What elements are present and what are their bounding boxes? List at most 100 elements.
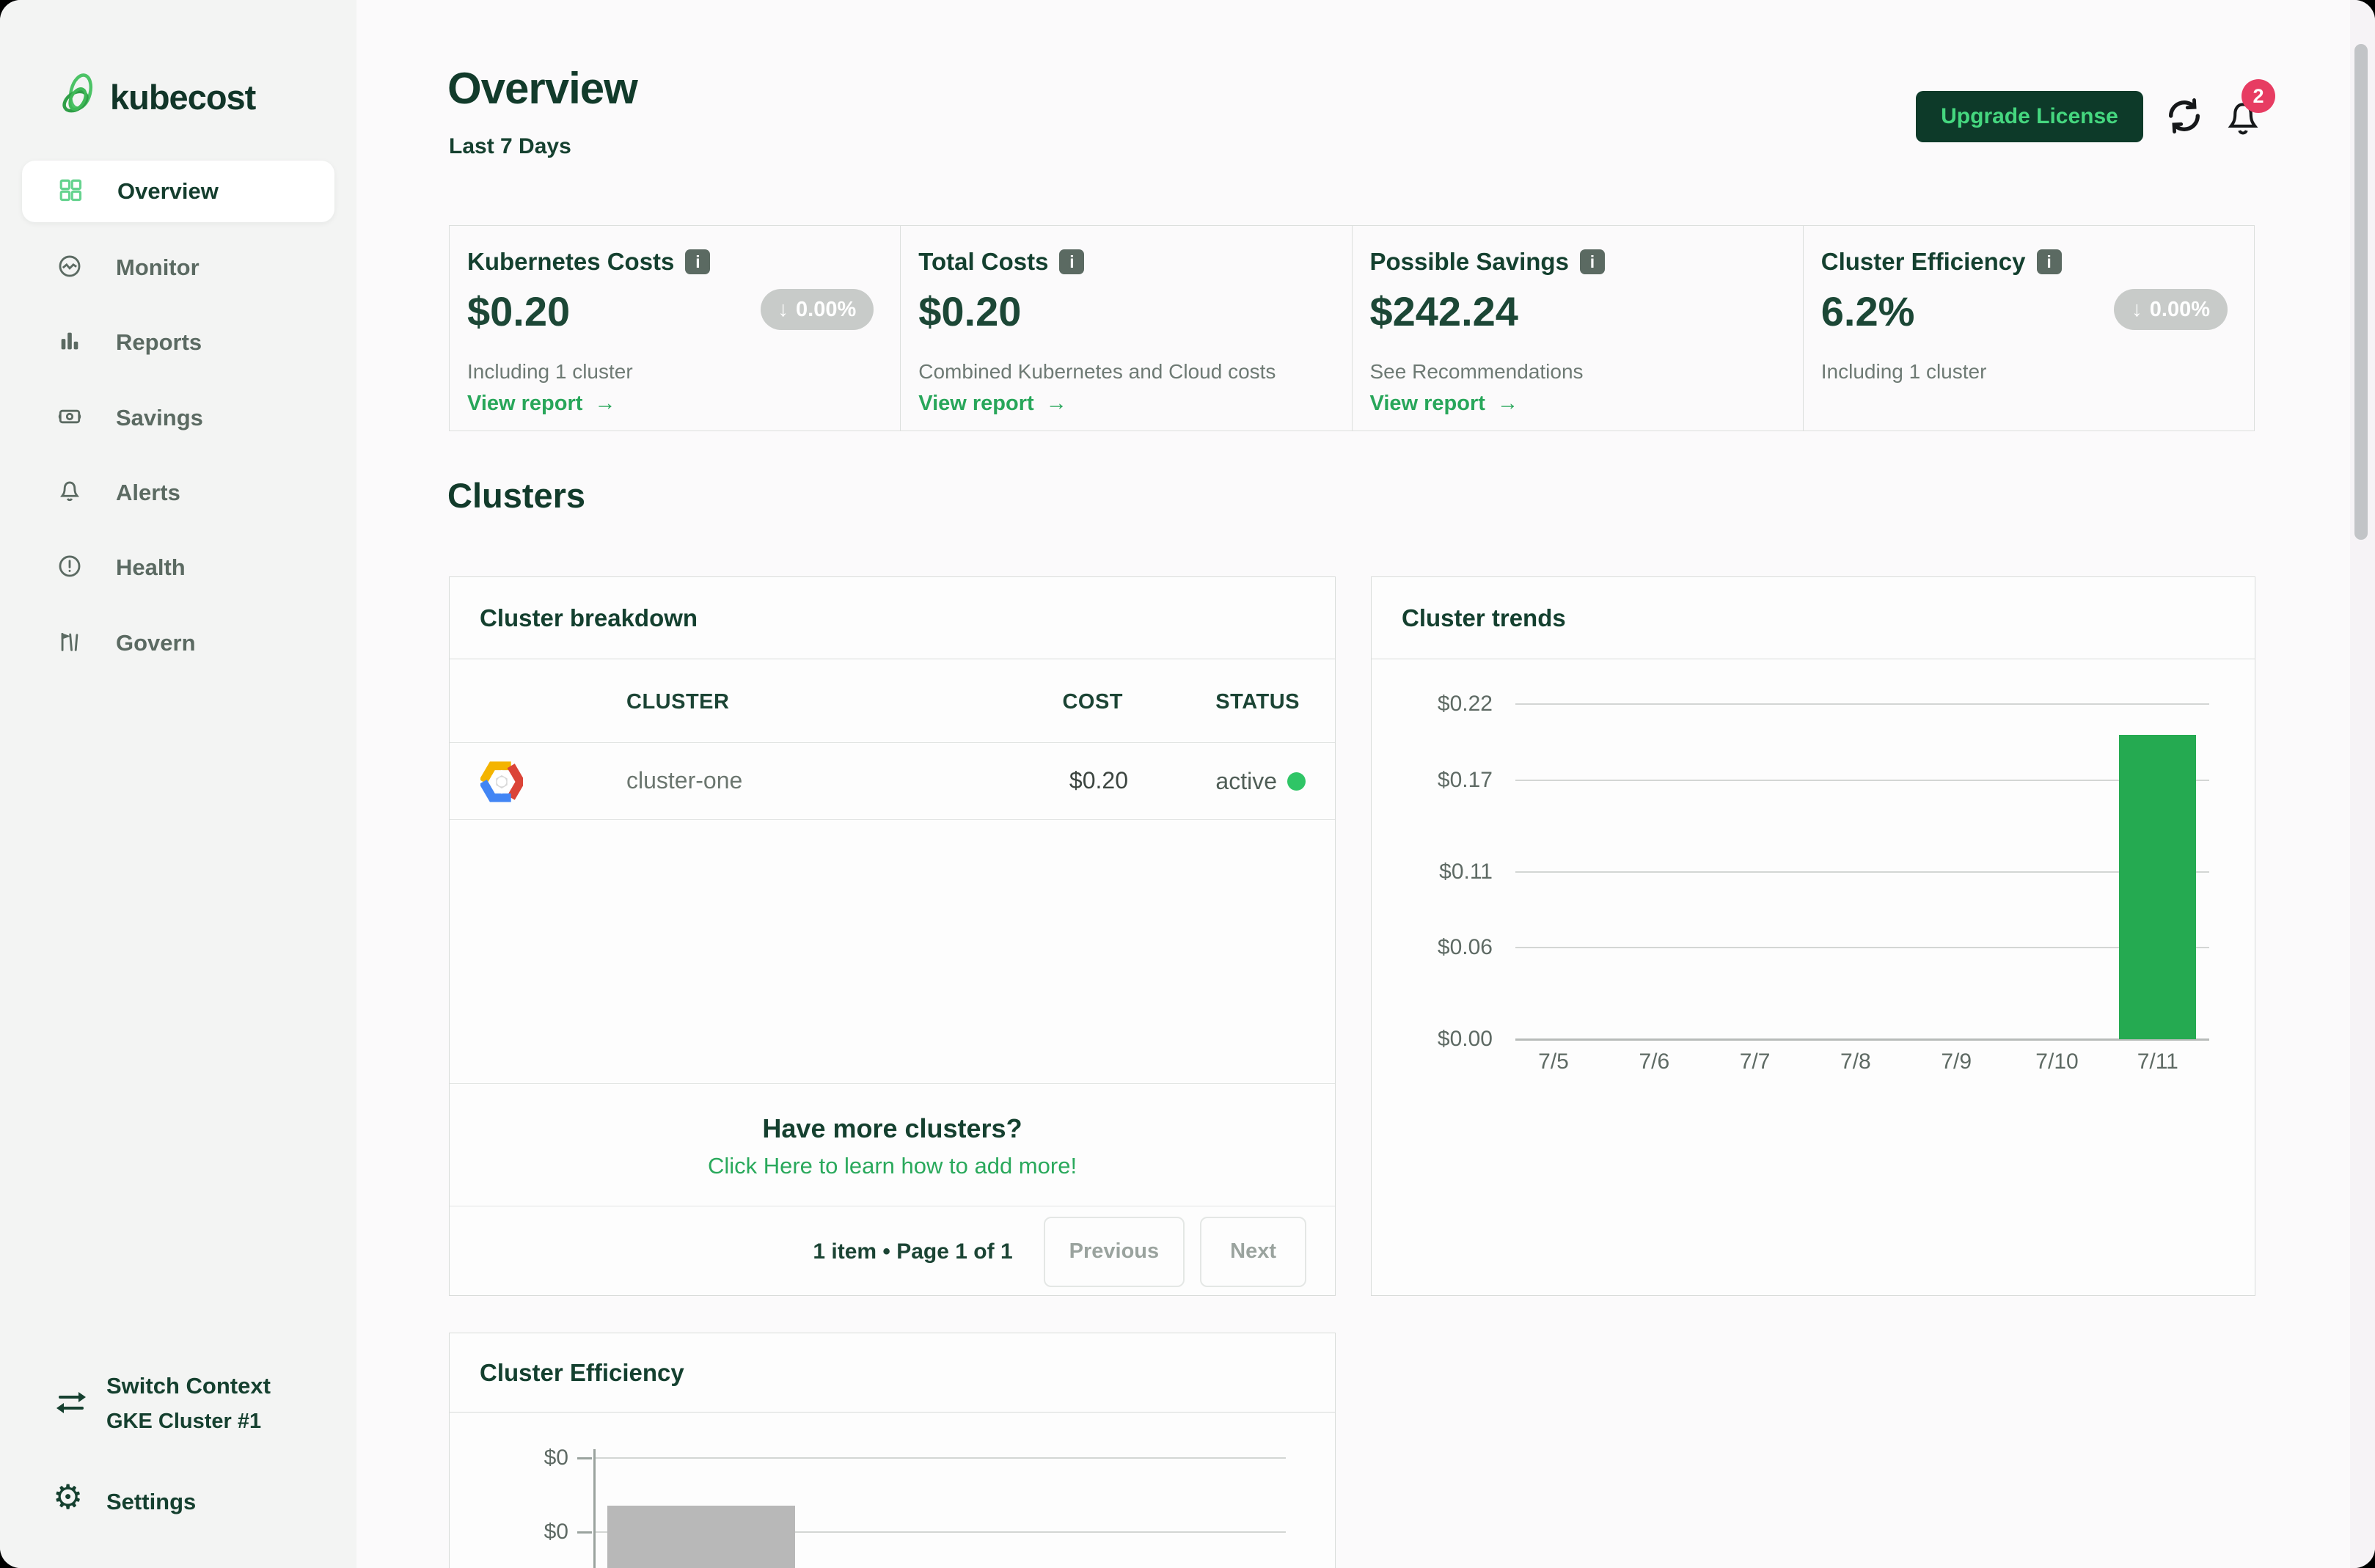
cluster-trends-panel: Cluster trends $0.22 $0.17 $0.11 $0.06 $0.00… <box>1371 576 2255 1296</box>
sidebar-item-alerts[interactable]: Alerts <box>22 455 334 530</box>
more-clusters-prompt: Have more clusters? Click Here to learn … <box>450 1083 1335 1206</box>
cluster-status: active <box>1215 743 1306 820</box>
stat-cards-row: Kubernetes Costs i $0.20 ↓ 0.00% Includi… <box>449 225 2255 431</box>
sidebar-item-label: Monitor <box>116 254 200 280</box>
arrow-down-icon: ↓ <box>2131 297 2142 321</box>
bell-icon <box>57 479 82 508</box>
trend-bar <box>2119 735 2197 1039</box>
x-axis-label: 7/6 <box>1639 1049 1670 1074</box>
cluster-trends-chart: $0.22 $0.17 $0.11 $0.06 $0.00 7/5 7/6 7/7 7/8 7/9… <box>1372 577 2255 1295</box>
x-axis-label: 7/11 <box>2137 1049 2178 1074</box>
sidebar-item-overview[interactable]: Overview <box>22 161 334 222</box>
stat-card-value: 6.2% <box>1820 288 1915 334</box>
gcp-provider-icon <box>479 761 526 807</box>
bar-chart-icon <box>57 329 82 357</box>
chart-gridline <box>1515 1038 2209 1041</box>
page-title: Overview <box>447 64 638 113</box>
cluster-efficiency-panel: Cluster Efficiency $0 $0 <box>449 1333 1336 1568</box>
cash-icon <box>57 404 82 433</box>
column-header-status: STATUS <box>1215 690 1300 714</box>
sidebar-item-label: Alerts <box>116 480 180 505</box>
y-axis-label: $0.17 <box>1437 768 1493 792</box>
stat-card-title: Cluster Efficiency <box>1820 248 2026 275</box>
upgrade-license-button[interactable]: Upgrade License <box>1916 91 2143 142</box>
stat-card-title: Kubernetes Costs <box>467 248 675 275</box>
sidebar-item-label: Health <box>116 554 186 580</box>
upgrade-license-label: Upgrade License <box>1941 104 2118 128</box>
arrow-right-icon: → <box>1497 392 1519 415</box>
switch-context-title: Switch Context <box>106 1373 271 1399</box>
switch-context-cluster: GKE Cluster #1 <box>106 1410 262 1433</box>
pagination-bar: 1 item • Page 1 of 1 Previous Next <box>450 1206 1335 1297</box>
stat-card-subtext: Including 1 cluster <box>1820 360 1987 383</box>
gear-icon: ⚙ <box>53 1477 84 1517</box>
stat-card-kubernetes-costs: Kubernetes Costs i $0.20 ↓ 0.00% Includi… <box>450 226 901 431</box>
y-axis-line <box>593 1449 596 1568</box>
sidebar-item-monitor[interactable]: Monitor <box>22 230 334 305</box>
status-active-dot <box>1287 772 1306 791</box>
date-range-label: Last 7 Days <box>449 134 571 158</box>
efficiency-bar <box>607 1506 795 1568</box>
sidebar-item-label: Reports <box>116 329 202 355</box>
chart-gridline <box>593 1531 1286 1533</box>
arrow-right-icon: → <box>1045 392 1067 415</box>
chart-gridline <box>1515 703 2209 705</box>
stat-card-cluster-efficiency: Cluster Efficiency i 6.2% ↓ 0.00% Includ… <box>1804 226 2254 431</box>
x-axis-label: 7/7 <box>1739 1049 1771 1074</box>
info-icon[interactable]: i <box>1059 249 1085 274</box>
stat-card-subtext: Including 1 cluster <box>467 360 633 383</box>
sidebar-item-settings[interactable]: ⚙ Settings <box>0 1473 356 1531</box>
add-clusters-link[interactable]: Click Here to learn how to add more! <box>450 1153 1335 1179</box>
column-header-cluster: CLUSTER <box>626 690 730 714</box>
chart-gridline <box>593 1457 1286 1459</box>
stat-card-value: $0.20 <box>467 288 571 334</box>
info-icon[interactable]: i <box>685 249 711 274</box>
x-axis-label: 7/10 <box>2035 1049 2079 1074</box>
info-icon[interactable]: i <box>2036 249 2062 274</box>
column-header-cost: COST <box>1062 690 1123 714</box>
screen: kubecost Overview Monitor Reports Saving… <box>0 0 2375 1568</box>
sidebar-item-health[interactable]: Health <box>22 530 334 605</box>
sidebar-item-label: Overview <box>117 178 219 204</box>
refresh-icon[interactable] <box>2164 95 2205 140</box>
grid-icon <box>57 177 84 207</box>
sidebar-item-govern[interactable]: Govern <box>22 606 334 681</box>
view-report-link[interactable]: View report → <box>1370 392 1519 416</box>
sidebar: kubecost Overview Monitor Reports Saving… <box>0 0 356 1568</box>
kubecost-logo-text: kubecost <box>110 78 256 117</box>
settings-label: Settings <box>106 1489 197 1514</box>
swap-arrows-icon <box>54 1388 88 1421</box>
view-report-link[interactable]: View report → <box>918 392 1067 416</box>
table-header-row: CLUSTER COST STATUS <box>450 659 1335 743</box>
sidebar-item-label: Savings <box>116 405 203 431</box>
stat-card-subtext: Combined Kubernetes and Cloud costs <box>918 360 1276 383</box>
stat-card-possible-savings: Possible Savings i $242.24 See Recommend… <box>1353 226 1804 431</box>
next-page-button[interactable]: Next <box>1200 1216 1306 1287</box>
x-axis-label: 7/9 <box>1941 1049 1972 1074</box>
chart-gridline <box>1515 780 2209 781</box>
previous-page-button[interactable]: Previous <box>1043 1216 1185 1287</box>
stat-card-title: Possible Savings <box>1369 248 1569 275</box>
view-report-link[interactable]: View report → <box>467 392 616 416</box>
kubecost-logo-icon <box>56 73 98 121</box>
kubecost-logo[interactable]: kubecost <box>56 73 256 121</box>
scrollbar-thumb[interactable] <box>2354 44 2368 540</box>
clusters-section-heading: Clusters <box>447 476 586 515</box>
arrow-right-icon: → <box>594 392 616 415</box>
change-badge: ↓ 0.00% <box>2114 289 2228 330</box>
x-axis-label: 7/5 <box>1538 1049 1569 1074</box>
cluster-status-label: active <box>1215 768 1277 794</box>
axis-tick <box>577 1531 592 1534</box>
activity-circle-icon <box>57 254 82 282</box>
y-axis-label: $0.11 <box>1439 860 1493 884</box>
info-icon[interactable]: i <box>1579 249 1605 274</box>
change-badge-value: 0.00% <box>2149 297 2210 321</box>
cluster-trends-header: Cluster trends <box>1372 577 2255 659</box>
table-row[interactable]: cluster-one $0.20 active <box>450 743 1335 820</box>
stat-card-title: Total Costs <box>918 248 1049 275</box>
cluster-breakdown-panel: Cluster breakdown CLUSTER COST STATUS cl… <box>449 576 1336 1296</box>
sidebar-item-savings[interactable]: Savings <box>22 381 334 455</box>
flags-icon <box>57 629 82 658</box>
sidebar-item-reports[interactable]: Reports <box>22 305 334 380</box>
switch-context[interactable]: Switch Context GKE Cluster #1 <box>0 1357 356 1452</box>
